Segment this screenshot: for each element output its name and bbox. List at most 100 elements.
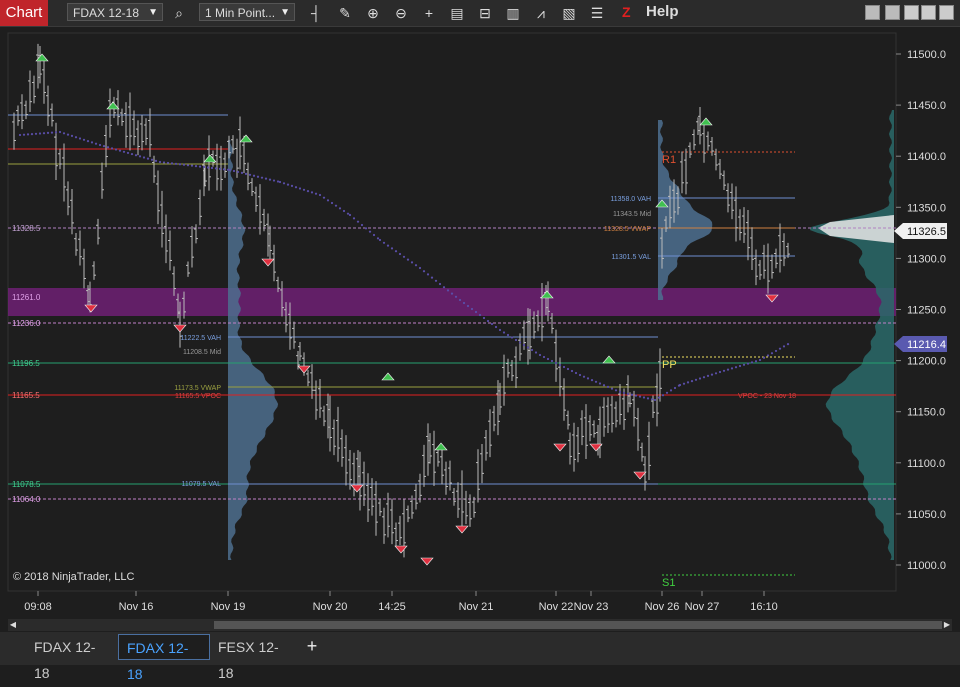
vwap-dot bbox=[470, 307, 474, 311]
price-tick-label: 11400.0 bbox=[907, 151, 946, 163]
vwap-dot bbox=[482, 316, 486, 320]
scroll-thumb[interactable] bbox=[214, 621, 942, 629]
scroll-left-arrow[interactable]: ◀ bbox=[8, 619, 18, 631]
price-chart[interactable]: 11328.5 11261.0 11236.0 11196.5 11165.5 … bbox=[0, 26, 960, 619]
properties-icon[interactable]: ⊟ bbox=[476, 4, 494, 22]
vwap-label: 11173.5 VWAP bbox=[174, 385, 221, 392]
vwap-dot bbox=[538, 353, 542, 357]
time-tick-label: Nov 22 bbox=[539, 601, 574, 613]
zoom-in-icon[interactable]: ⊕ bbox=[364, 4, 382, 22]
vwap-dot bbox=[673, 386, 677, 390]
vwap-dot bbox=[502, 331, 506, 334]
bar-style-icon[interactable]: ┤ bbox=[307, 4, 325, 22]
vwap-dot bbox=[386, 244, 390, 247]
vwap-dot bbox=[162, 161, 166, 164]
vwap-dot bbox=[514, 338, 518, 342]
vwap-dot bbox=[194, 165, 198, 168]
vwap-dot bbox=[236, 170, 240, 174]
list-icon[interactable]: ☰ bbox=[588, 4, 606, 22]
tab-fesx[interactable]: FESX 12-18 bbox=[210, 634, 300, 681]
close-button[interactable] bbox=[939, 5, 954, 20]
vwap-dot bbox=[222, 168, 226, 171]
vah-label: 11358.0 VAH bbox=[610, 196, 651, 203]
copyright: © 2018 NinjaTrader, LLC bbox=[13, 571, 134, 583]
vwap-dot bbox=[594, 380, 598, 383]
level-label: 11328.5 bbox=[12, 224, 41, 233]
vwap-dot bbox=[226, 168, 230, 171]
vpoc-note: VPOC - 23 Nov 18 bbox=[738, 393, 796, 400]
interval-label: 1 Min Point... bbox=[205, 6, 276, 20]
value-area-band bbox=[8, 288, 896, 316]
vwap-dot bbox=[114, 148, 118, 151]
vwap-dot bbox=[338, 207, 342, 210]
time-tick-label: Nov 19 bbox=[211, 601, 246, 613]
window-restore-button[interactable] bbox=[885, 5, 900, 20]
scroll-right-arrow[interactable]: ▶ bbox=[942, 619, 952, 631]
vwap-dot bbox=[574, 371, 578, 375]
window-pin-button[interactable] bbox=[865, 5, 880, 20]
vwap-dot bbox=[758, 358, 762, 362]
price-tick-label: 11250.0 bbox=[907, 305, 946, 317]
interval-selector[interactable]: 1 Min Point... ▼ bbox=[199, 3, 295, 21]
templates-icon[interactable]: ▧ bbox=[560, 4, 578, 22]
vwap-dot bbox=[586, 377, 590, 380]
tab-fdax-1[interactable]: FDAX 12-18 bbox=[26, 634, 118, 681]
z-icon[interactable]: Z bbox=[622, 4, 631, 20]
instrument-selector[interactable]: FDAX 12-18 ▼ bbox=[67, 3, 163, 21]
vwap-dot bbox=[58, 130, 62, 134]
minimize-button[interactable] bbox=[904, 5, 919, 20]
vwap-dot bbox=[142, 156, 146, 159]
draw-pencil-icon[interactable]: ✎ bbox=[336, 4, 354, 22]
vwap-dot bbox=[138, 155, 142, 158]
level-label: 11196.5 bbox=[12, 359, 40, 368]
vwap-dot bbox=[657, 396, 661, 399]
maximize-button[interactable] bbox=[921, 5, 936, 20]
help-button[interactable]: Help bbox=[646, 3, 679, 20]
val-label: 11301.5 VAL bbox=[612, 254, 652, 261]
vwap-dot bbox=[770, 352, 774, 355]
vwap-dot bbox=[248, 173, 252, 176]
vwap-dot bbox=[614, 389, 618, 392]
vwap-dot bbox=[202, 165, 206, 169]
vwap-dot bbox=[94, 142, 98, 145]
vwap-dot bbox=[678, 383, 682, 387]
vwap-dot bbox=[606, 385, 610, 388]
vwap-dot bbox=[646, 397, 650, 400]
crosshair-icon[interactable]: + bbox=[420, 4, 438, 22]
vwap-dot bbox=[546, 357, 550, 361]
time-tick-label: Nov 21 bbox=[459, 601, 494, 613]
vwap-dot bbox=[272, 179, 276, 182]
indicators-icon[interactable]: ⩘ bbox=[532, 4, 550, 22]
vwap-dot bbox=[302, 188, 306, 191]
instrument-label: FDAX 12-18 bbox=[73, 6, 140, 20]
price-tick-label: 11500.0 bbox=[907, 49, 946, 61]
vwap-dot bbox=[722, 369, 726, 372]
price-tick-label: 11050.0 bbox=[907, 509, 946, 521]
price-tick-label: 11200.0 bbox=[907, 356, 946, 368]
strategies-icon[interactable]: ▥ bbox=[504, 4, 522, 22]
vwap-dot bbox=[360, 223, 364, 227]
vwap-dot bbox=[686, 381, 690, 384]
vwap-dot bbox=[62, 132, 66, 135]
price-tick-label: 11000.0 bbox=[907, 560, 946, 572]
vwap-dot bbox=[174, 162, 178, 165]
chart-menu-button[interactable]: Chart bbox=[0, 0, 48, 26]
vwap-dot bbox=[602, 384, 606, 387]
vwap-dot bbox=[30, 133, 34, 136]
search-icon[interactable]: ⌕ bbox=[170, 4, 188, 22]
vwap-dot bbox=[318, 193, 322, 197]
tab-fdax-2[interactable]: FDAX 12-18 bbox=[118, 634, 210, 682]
add-tab-button[interactable]: + bbox=[300, 634, 324, 660]
vwap-dot bbox=[264, 177, 268, 180]
zoom-out-icon[interactable]: ⊖ bbox=[392, 4, 410, 22]
vwap-dot bbox=[356, 220, 360, 223]
vwap-dot bbox=[286, 183, 290, 186]
vwap-dot bbox=[730, 367, 734, 370]
data-box-icon[interactable]: ▤ bbox=[448, 4, 466, 22]
vwap-dot bbox=[410, 261, 414, 264]
vwap-dot bbox=[364, 227, 368, 230]
vwap-dot bbox=[442, 286, 446, 289]
vwap-dot bbox=[710, 373, 714, 376]
pivot-s1: S1 bbox=[662, 577, 675, 589]
horizontal-scrollbar[interactable]: ◀ ▶ bbox=[8, 619, 952, 631]
